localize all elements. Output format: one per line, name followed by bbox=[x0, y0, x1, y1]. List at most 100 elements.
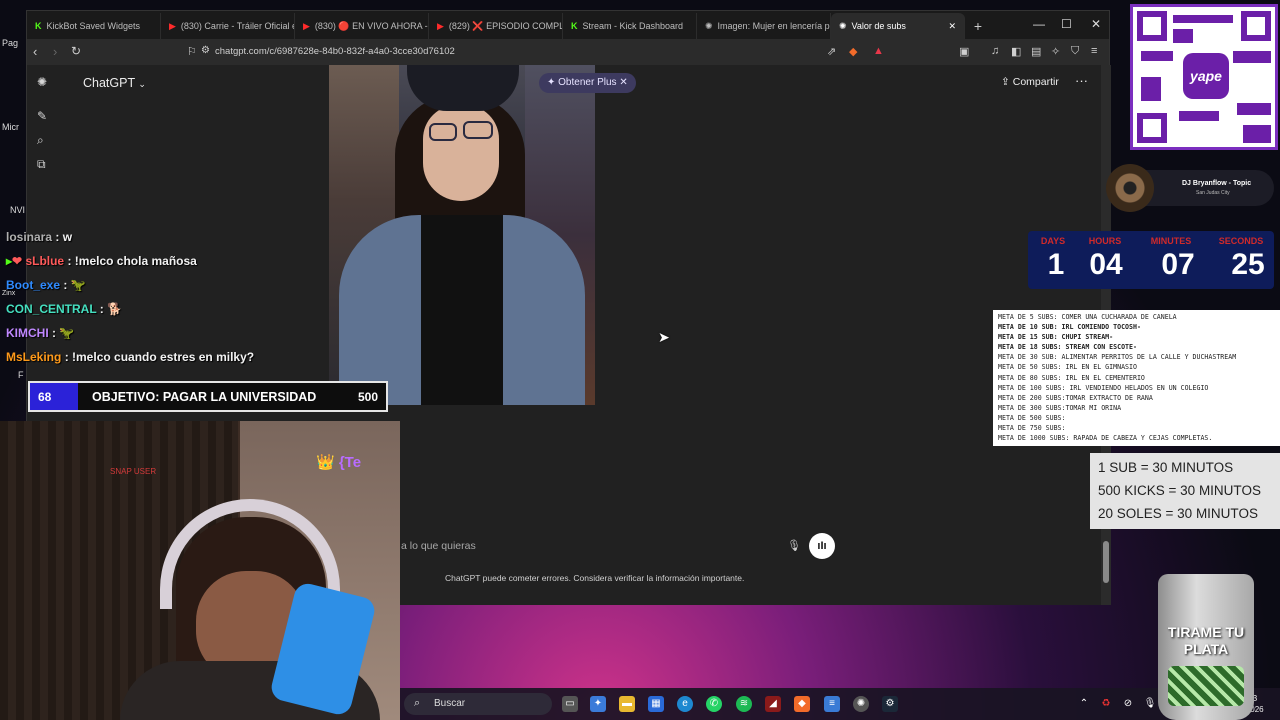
library-icon[interactable]: ⧉ bbox=[37, 157, 46, 172]
qr-module bbox=[1233, 51, 1271, 63]
chevron-up-icon[interactable]: ⌃ bbox=[1076, 696, 1092, 712]
new-tab-button[interactable]: + bbox=[965, 13, 991, 39]
chat-text: : !melco chola mañosa bbox=[67, 254, 197, 268]
meta-item: META DE 200 SUBS:TOMAR EXTRACTO DE RANA bbox=[998, 393, 1153, 402]
qr-module bbox=[1173, 15, 1233, 23]
minimize-button[interactable]: — bbox=[1033, 17, 1045, 31]
maximize-button[interactable]: ☐ bbox=[1061, 17, 1072, 31]
goal-max: 500 bbox=[357, 390, 378, 404]
share-label: Compartir bbox=[1012, 76, 1059, 88]
prompt-input[interactable]: a lo que quieras 🎙 ıIı bbox=[401, 533, 839, 561]
kick-icon: K bbox=[35, 21, 42, 31]
brave-rewards-icon[interactable]: ▲ bbox=[873, 45, 884, 57]
meta-item: META DE 80 SUBS: IRL EN EL CEMENTERIO bbox=[998, 373, 1145, 382]
task-view-icon[interactable]: ▭ bbox=[562, 696, 578, 712]
chat-username: CON_CENTRAL bbox=[6, 302, 97, 316]
spotify-icon[interactable]: ≋ bbox=[736, 696, 752, 712]
microphone-tray-icon[interactable]: 🎙 bbox=[1142, 696, 1158, 712]
crown-alert-text: 👑 {Te bbox=[316, 454, 362, 471]
brave-shield-icon[interactable]: ◆ bbox=[849, 45, 857, 58]
tab-label: (830) 🔴 EN VIVO AHORA - bbox=[314, 20, 428, 31]
generated-image[interactable] bbox=[329, 65, 595, 405]
scrollbar-thumb[interactable] bbox=[1103, 541, 1109, 583]
sidebar-icon[interactable]: ▣ bbox=[959, 45, 969, 58]
openai-logo-icon[interactable]: ✺ bbox=[37, 75, 47, 89]
subathon-countdown: DAYS HOURS MINUTES SECONDS 1 04 07 25 bbox=[1028, 231, 1274, 289]
goal-title: OBJETIVO: PAGAR LA UNIVERSIDAD bbox=[92, 390, 317, 404]
chat-message: ▸❤ sLblue : !melco chola mañosa bbox=[6, 254, 197, 268]
money-icon bbox=[1168, 666, 1244, 706]
image-face bbox=[423, 105, 499, 201]
vpn-icon[interactable]: ⛉ bbox=[1071, 45, 1079, 58]
chat-username: losinara bbox=[6, 230, 53, 244]
mute-icon[interactable]: ⊘ bbox=[1120, 696, 1136, 712]
browser-tab-active[interactable]: ✺ Valor de subs ✕ bbox=[831, 13, 965, 39]
new-chat-icon[interactable]: ✎ bbox=[37, 109, 47, 123]
reload-icon[interactable]: ↻ bbox=[71, 44, 81, 58]
bookmark-icon[interactable]: ⚐ bbox=[187, 45, 197, 58]
supporter-badge-icon: ❤ bbox=[12, 254, 23, 268]
panel-icon[interactable]: ◧ bbox=[1011, 45, 1021, 58]
back-icon[interactable]: ‹ bbox=[33, 44, 37, 59]
desktop-icon-label[interactable]: Micr bbox=[2, 122, 28, 132]
tray-app-icon[interactable]: ♻ bbox=[1098, 696, 1114, 712]
countdown-label-minutes: MINUTES bbox=[1150, 236, 1192, 246]
notepad-icon[interactable]: ≡ bbox=[824, 696, 840, 712]
chat-username: sLblue bbox=[25, 254, 65, 268]
site-settings-icon[interactable]: ⚙ bbox=[201, 45, 210, 56]
browser-tab[interactable]: K Stream - Kick Dashboard bbox=[563, 13, 697, 39]
tab-label: KickBot Saved Widgets bbox=[46, 21, 141, 31]
menu-icon[interactable]: ≡ bbox=[1091, 45, 1097, 57]
youtube-icon: ▶ bbox=[437, 20, 444, 31]
brave-icon[interactable]: ◆ bbox=[794, 696, 810, 712]
voice-mode-button[interactable]: ıIı bbox=[809, 533, 835, 559]
browser-tab[interactable]: ▶ (829) ❌ EPISODIO COMPLE bbox=[429, 13, 563, 39]
copilot-icon[interactable]: ✦ bbox=[590, 696, 606, 712]
chatgpt-icon: ✺ bbox=[705, 20, 713, 31]
store-icon[interactable]: ▦ bbox=[648, 696, 664, 712]
chatgpt-app-icon[interactable]: ✺ bbox=[853, 696, 869, 712]
browser-tab[interactable]: ▶ (830) Carrie - Tráiler Oficial e bbox=[161, 13, 295, 39]
music-icon[interactable]: ♫ bbox=[991, 45, 999, 57]
qr-module bbox=[1179, 111, 1219, 121]
taskbar-search[interactable]: ⌕ Buscar bbox=[404, 693, 552, 715]
search-icon[interactable]: ⌕ bbox=[37, 133, 44, 148]
qr-module bbox=[1243, 125, 1271, 143]
wallet-icon[interactable]: ▤ bbox=[1031, 45, 1041, 58]
forward-icon[interactable]: › bbox=[53, 44, 57, 59]
image-shirt bbox=[421, 215, 503, 405]
meta-item: META DE 30 SUB: ALIMENTAR PERRITOS DE LA… bbox=[998, 353, 1237, 362]
tab-label: Imagen: Mujer en lencería p bbox=[717, 21, 830, 31]
meta-item: META DE 300 SUBS:TOMAR MI ORINA bbox=[998, 403, 1122, 412]
get-plus-badge[interactable]: ✦ Obtener Plus ✕ bbox=[539, 73, 636, 93]
countdown-minutes: 07 bbox=[1161, 248, 1195, 281]
browser-tab[interactable]: K KickBot Saved Widgets bbox=[27, 13, 161, 39]
address-bar[interactable]: chatgpt.com/c/6987628e-84b0-832f-a4a0-3c… bbox=[215, 46, 455, 57]
game-icon[interactable]: ◢ bbox=[765, 696, 781, 712]
desktop-icon-label[interactable]: Pag bbox=[2, 38, 28, 48]
more-options-icon[interactable]: ··· bbox=[1075, 73, 1088, 88]
chat-text: : w bbox=[55, 230, 73, 244]
close-icon[interactable]: ✕ bbox=[619, 77, 627, 88]
meta-item: META DE 100 SUBS: IRL VENDIENDO HELADOS … bbox=[998, 383, 1209, 392]
sub-goal-bar: 68 OBJETIVO: PAGAR LA UNIVERSIDAD 500 bbox=[28, 381, 388, 412]
browser-toolbar: ‹ › ↻ ⚐ ⚙ chatgpt.com/c/6987628e-84b0-83… bbox=[27, 39, 1109, 65]
file-explorer-icon[interactable]: ▬ bbox=[619, 696, 635, 712]
share-button[interactable]: ⇪ Compartir bbox=[1001, 76, 1059, 88]
youtube-icon: ▶ bbox=[169, 20, 176, 31]
share-icon[interactable]: ⇗ bbox=[827, 45, 836, 58]
image-glasses bbox=[429, 123, 457, 141]
edge-icon[interactable]: e bbox=[677, 696, 693, 712]
chat-message: losinara : w bbox=[6, 230, 72, 244]
close-window-button[interactable]: ✕ bbox=[1091, 17, 1101, 31]
share-icon: ⇪ bbox=[1001, 76, 1010, 88]
browser-tab[interactable]: ▶ (830) 🔴 EN VIVO AHORA - bbox=[295, 13, 429, 39]
microphone-icon[interactable]: 🎙 bbox=[787, 539, 801, 552]
track-title: San Judas City bbox=[1196, 190, 1230, 196]
browser-tab[interactable]: ✺ Imagen: Mujer en lencería p bbox=[697, 13, 831, 39]
close-tab-icon[interactable]: ✕ bbox=[948, 21, 956, 32]
steam-icon[interactable]: ⚙ bbox=[882, 696, 898, 712]
whatsapp-icon[interactable]: ✆ bbox=[706, 696, 722, 712]
model-selector[interactable]: ChatGPT ⌄ bbox=[83, 76, 146, 90]
ai-icon[interactable]: ✧ bbox=[1051, 45, 1060, 58]
